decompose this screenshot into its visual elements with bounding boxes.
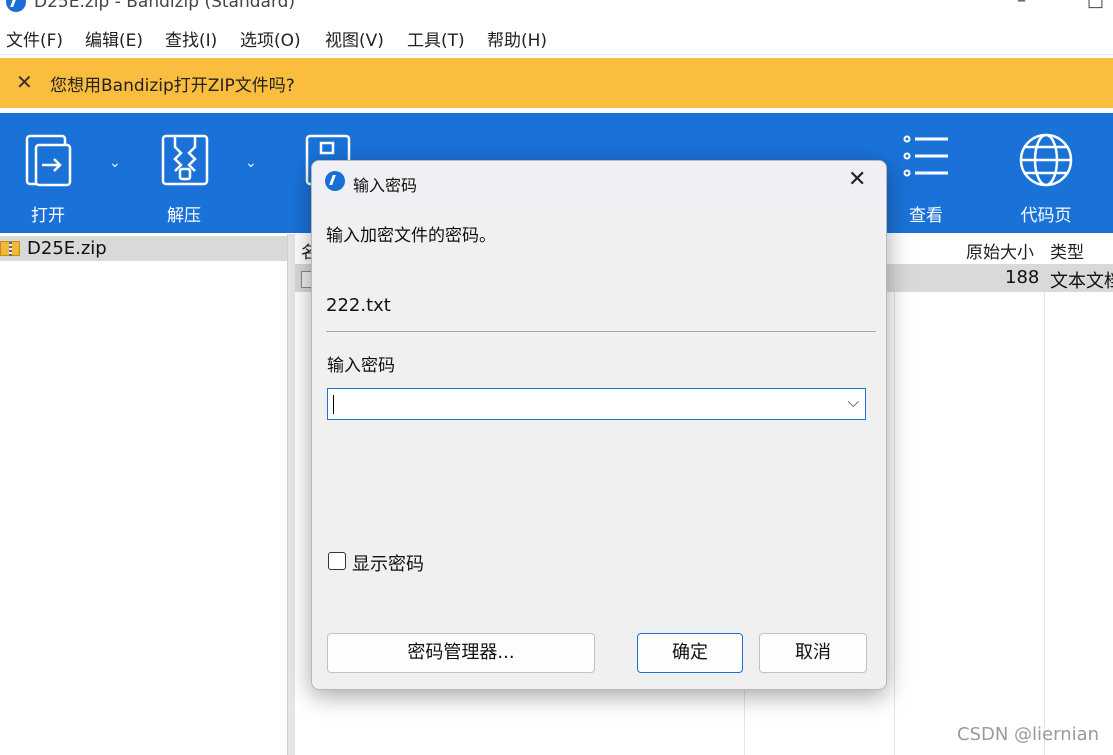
maximize-icon[interactable]: □: [1087, 0, 1104, 11]
menu-options[interactable]: 选项(O): [240, 26, 301, 51]
codepage-label: 代码页: [1020, 206, 1072, 226]
menu-tools[interactable]: 工具(T): [407, 26, 465, 51]
password-manager-button[interactable]: 密码管理器...: [327, 633, 595, 673]
text-caret: [333, 395, 334, 414]
open-label: 打开: [31, 206, 65, 226]
association-notification-bar: ✕ 您想用Bandizip打开ZIP文件吗?: [0, 58, 1113, 108]
password-input[interactable]: ⌵: [327, 388, 866, 420]
dialog-description: 输入加密文件的密码。: [326, 226, 496, 246]
cancel-button[interactable]: 取消: [759, 633, 867, 673]
view-label: 查看: [909, 206, 943, 226]
row-type: 文本文档: [1050, 271, 1113, 292]
folder-tree-panel: D25E.zip: [0, 234, 287, 755]
dialog-title: 输入密码: [353, 176, 418, 195]
codepage-button[interactable]: 代码页: [998, 113, 1094, 233]
extract-button[interactable]: 解压: [136, 113, 232, 233]
menu-help[interactable]: 帮助(H): [487, 26, 547, 51]
bandizip-app-icon: [6, 0, 26, 12]
view-button[interactable]: 查看: [878, 113, 974, 233]
open-button[interactable]: 打开: [0, 113, 96, 233]
column-header-original-size[interactable]: 原始大小: [966, 238, 1034, 263]
ok-button[interactable]: 确定: [637, 633, 743, 673]
title-bar: D25E.zip - Bandizip (Standard) – □: [0, 0, 1113, 22]
open-icon: [25, 134, 72, 187]
menu-edit[interactable]: 编辑(E): [85, 26, 143, 51]
encrypted-filename: 222.txt: [326, 295, 391, 316]
window-title: D25E.zip - Bandizip (Standard): [34, 0, 296, 12]
bandizip-app-icon: [325, 171, 345, 191]
column-divider: [894, 292, 895, 755]
zip-folder-icon: [0, 241, 20, 256]
password-label: 输入密码: [327, 356, 395, 376]
close-icon[interactable]: ✕: [848, 168, 866, 192]
minimize-icon[interactable]: –: [1017, 0, 1026, 11]
divider: [326, 331, 876, 332]
menu-file[interactable]: 文件(F): [6, 26, 63, 51]
show-password-checkbox[interactable]: [328, 552, 346, 570]
menu-bar: 文件(F) 编辑(E) 查找(I) 选项(O) 视图(V) 工具(T) 帮助(H…: [0, 22, 1113, 55]
globe-icon: [1019, 133, 1073, 187]
tree-item-archive[interactable]: D25E.zip: [0, 236, 287, 261]
extract-dropdown-chevron-icon[interactable]: ⌄: [245, 155, 257, 171]
menu-find[interactable]: 查找(I): [165, 26, 217, 51]
row-original-size: 188: [1005, 267, 1040, 288]
menu-view[interactable]: 视图(V): [325, 26, 384, 51]
chevron-down-icon[interactable]: ⌵: [848, 393, 859, 411]
close-icon[interactable]: ✕: [16, 70, 33, 94]
column-divider: [1044, 292, 1045, 755]
tree-item-label: D25E.zip: [27, 238, 107, 259]
show-password-label[interactable]: 显示密码: [352, 550, 424, 576]
extract-label: 解压: [167, 206, 201, 226]
open-dropdown-chevron-icon[interactable]: ⌄: [109, 155, 121, 171]
dialog-title-bar: 输入密码 ✕: [312, 161, 886, 203]
column-header-type[interactable]: 类型: [1050, 238, 1084, 263]
notification-text[interactable]: 您想用Bandizip打开ZIP文件吗?: [50, 71, 295, 96]
watermark: CSDN @liernian: [957, 724, 1100, 745]
extract-icon: [161, 134, 209, 186]
password-dialog: 输入密码 ✕ 输入加密文件的密码。 222.txt 输入密码 ⌵ 显示密码 密码…: [311, 160, 887, 690]
list-view-icon: [903, 135, 948, 177]
